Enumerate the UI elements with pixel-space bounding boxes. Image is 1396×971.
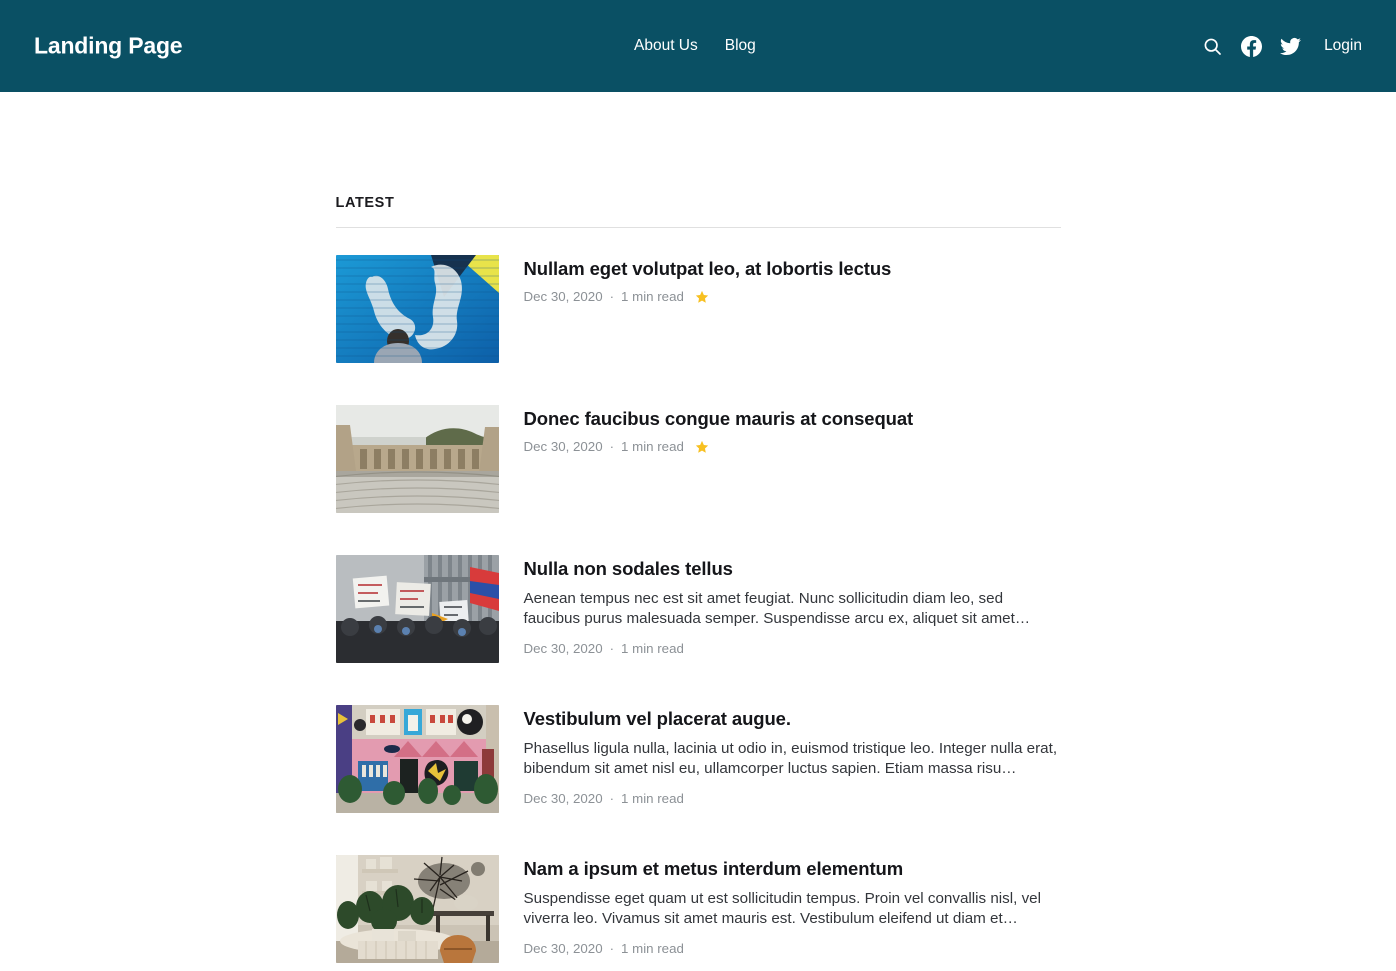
post-body: Nullam eget volutpat leo, at lobortis le… [524,255,1061,304]
list-item[interactable]: Nam a ipsum et metus interdum elementum … [335,855,1061,971]
facebook-icon[interactable] [1240,35,1262,57]
post-body: Nulla non sodales tellus Aenean tempus n… [524,555,1061,656]
main-navigation: About Us Blog [634,37,756,55]
post-excerpt: Aenean tempus nec est sit amet feugiat. … [523,590,1031,628]
main-content: LATEST Nullam eget volutpat leo, at lobo… [335,92,1061,971]
post-meta: Dec 30, 2020 · 1 min read [524,941,1061,956]
post-body: Nam a ipsum et metus interdum elementum … [524,855,1061,956]
post-date: Dec 30, 2020 [523,289,603,305]
page-title: LATEST [335,195,395,211]
site-header: Landing Page About Us Blog Login [0,0,1396,92]
meta-separator: · [609,940,615,956]
post-read-time: 1 min read [621,790,684,806]
meta-separator: · [609,439,615,455]
post-thumbnail[interactable] [335,255,499,363]
post-date: Dec 30, 2020 [523,439,603,455]
post-thumbnail[interactable] [335,705,499,813]
post-thumbnail[interactable] [335,555,499,663]
post-title[interactable]: Nulla non sodales tellus [524,557,1061,580]
post-body: Vestibulum vel placerat augue. Phasellus… [524,705,1061,806]
login-link[interactable]: Login [1324,37,1362,55]
star-icon [695,290,709,304]
post-meta: Dec 30, 2020 · 1 min read [524,791,1061,806]
list-item[interactable]: Nulla non sodales tellus Aenean tempus n… [335,555,1061,705]
post-title[interactable]: Nam a ipsum et metus interdum elementum [524,857,1061,880]
site-brand[interactable]: Landing Page [34,33,183,60]
list-item[interactable]: Vestibulum vel placerat augue. Phasellus… [335,705,1061,855]
post-read-time: 1 min read [621,289,684,305]
post-title[interactable]: Donec faucibus congue mauris at consequa… [524,407,1061,430]
post-title[interactable]: Vestibulum vel placerat augue. [524,707,1061,730]
post-meta: Dec 30, 2020 · 1 min read [524,641,1061,656]
post-read-time: 1 min read [621,940,684,956]
meta-separator: · [609,640,615,656]
section-divider [335,227,1061,228]
post-meta: Dec 30, 2020 · 1 min read [524,439,1061,454]
post-meta: Dec 30, 2020 · 1 min read [524,289,1061,304]
list-item[interactable]: Donec faucibus congue mauris at consequa… [335,405,1061,555]
post-excerpt: Suspendisse eget quam ut est sollicitudi… [523,890,1041,928]
twitter-icon[interactable] [1279,35,1301,57]
post-read-time: 1 min read [621,439,684,455]
post-thumbnail[interactable] [335,405,499,513]
post-date: Dec 30, 2020 [523,940,603,956]
post-title[interactable]: Nullam eget volutpat leo, at lobortis le… [524,257,1061,280]
meta-separator: · [609,289,615,305]
post-thumbnail[interactable] [335,855,499,963]
post-list: Nullam eget volutpat leo, at lobortis le… [335,255,1061,971]
post-date: Dec 30, 2020 [523,640,603,656]
post-excerpt: Phasellus ligula nulla, lacinia ut odio … [523,740,1058,778]
post-body: Donec faucibus congue mauris at consequa… [524,405,1061,454]
nav-link-blog[interactable]: Blog [725,37,756,55]
post-date: Dec 30, 2020 [523,790,603,806]
list-item[interactable]: Nullam eget volutpat leo, at lobortis le… [335,255,1061,405]
meta-separator: · [609,790,615,806]
header-actions: Login [1201,35,1362,57]
star-icon [695,440,709,454]
nav-link-about-us[interactable]: About Us [634,37,698,55]
search-icon[interactable] [1201,35,1223,57]
post-read-time: 1 min read [621,640,684,656]
